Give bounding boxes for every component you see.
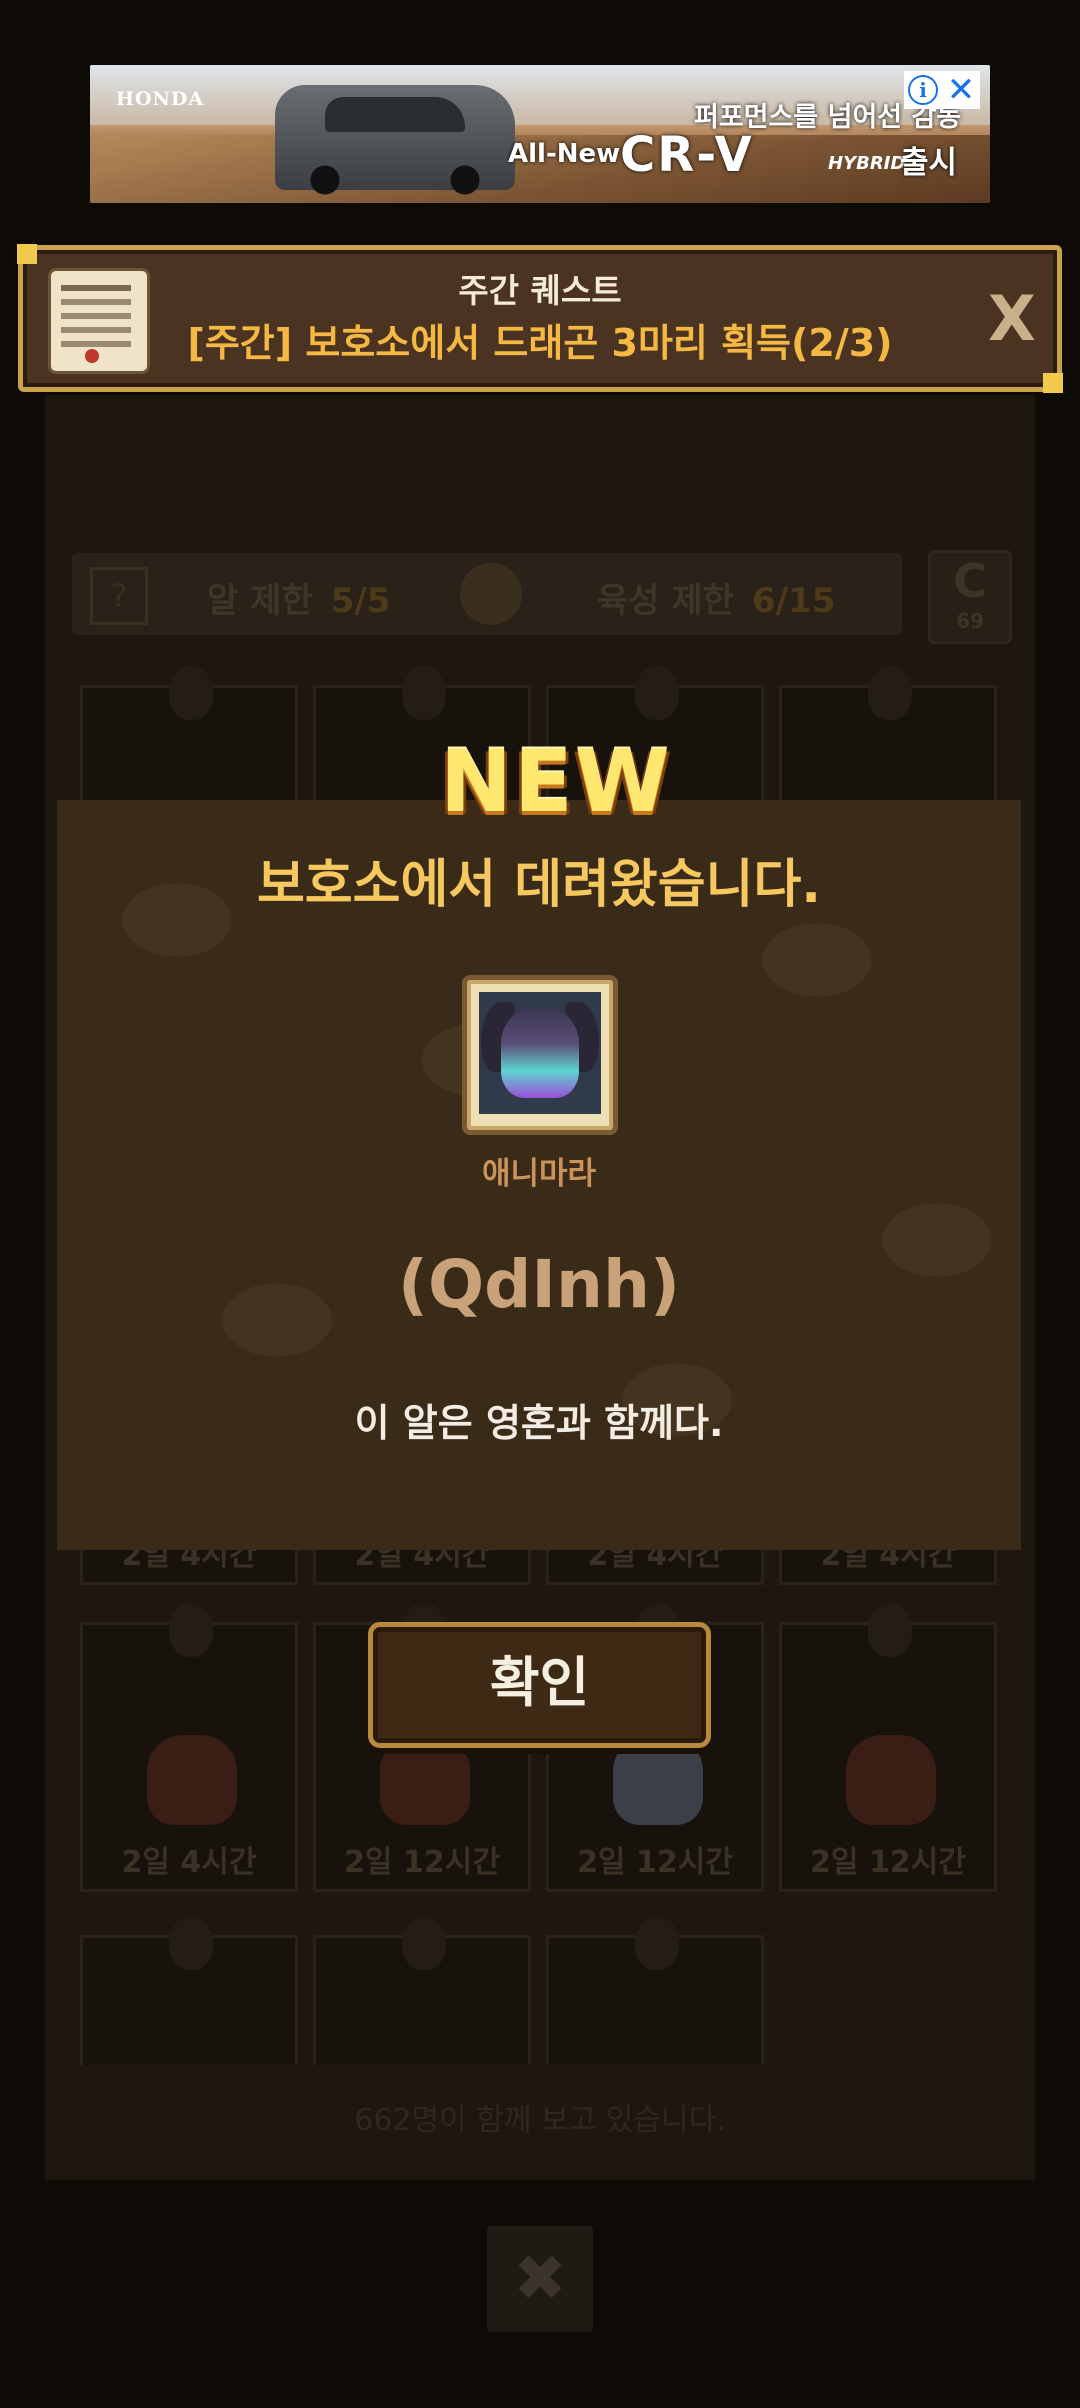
egg-timer: 2일 12시간 <box>577 1845 733 1880</box>
raise-limit-label: 육성 제한 <box>597 581 734 621</box>
egg-slot[interactable] <box>80 1916 298 2065</box>
egg-limit: 알 제한 5/5 <box>207 573 390 622</box>
egg-icon <box>868 666 912 720</box>
egg-description: 이 알은 영혼과 함께다. <box>354 1401 724 1445</box>
dragon-portrait <box>462 975 618 1135</box>
help-button[interactable]: ? <box>90 567 148 625</box>
creature-icon <box>846 1735 936 1825</box>
quest-title: 주간 퀘스트 <box>458 271 622 310</box>
ad-info-button[interactable]: i <box>904 71 942 109</box>
raise-limit-value: 6/15 <box>751 581 836 621</box>
egg-limit-value: 5/5 <box>330 581 391 621</box>
egg-slot[interactable]: 2일 4시간 <box>80 1603 298 1892</box>
cat-icon <box>460 563 522 625</box>
dragon-name: 애니마라 <box>481 1156 597 1192</box>
new-badge: NEW <box>440 732 672 832</box>
background-notice-line <box>45 418 1035 449</box>
stat-bar: ? 알 제한 5/5 육성 제한 6/15 <box>72 553 902 635</box>
raise-limit: 육성 제한 6/15 <box>597 573 835 622</box>
egg-icon <box>169 666 213 720</box>
creature-icon <box>147 1735 237 1825</box>
egg-limit-label: 알 제한 <box>207 581 313 621</box>
quest-description: [주간] 보호소에서 드래곤 3마리 획득(2/3) <box>187 321 893 365</box>
creature-icon <box>613 1735 703 1825</box>
egg-icon <box>402 1916 446 1970</box>
weekly-quest-banner[interactable]: 주간 퀘스트 [주간] 보호소에서 드래곤 3마리 획득(2/3) X <box>17 244 1063 393</box>
ad-close-button[interactable]: ✕ <box>942 71 980 109</box>
modal-title: 보호소에서 데려왔습니다. <box>256 855 822 915</box>
ad-all-new: All-New <box>508 139 621 169</box>
ad-brand: HONDA <box>116 88 205 110</box>
egg-icon <box>402 666 446 720</box>
refresh-button[interactable]: C 69 <box>928 550 1012 644</box>
egg-timer: 2일 4시간 <box>121 1845 257 1880</box>
dragon-icon <box>479 992 601 1114</box>
confirm-button[interactable]: 확인 <box>368 1622 711 1748</box>
egg-slot[interactable] <box>546 1916 764 2065</box>
egg-icon <box>868 1603 912 1657</box>
close-shelter-button[interactable]: ✖ <box>487 2226 593 2332</box>
scroll-icon <box>48 268 150 374</box>
ad-banner[interactable]: HONDA 퍼포먼스를 넘어선 감동 All-New CR-V HYBRID 출… <box>90 65 990 203</box>
egg-icon <box>169 1916 213 1970</box>
ad-model: CR-V <box>620 127 754 183</box>
refresh-icon: C <box>953 554 987 608</box>
egg-code: (QdInh) <box>397 1246 681 1323</box>
refresh-count: 69 <box>956 609 984 633</box>
viewer-count: 662명이 함께 보고 있습니다. <box>354 2103 726 2138</box>
ad-launch: 출시 <box>900 145 958 181</box>
egg-slot[interactable]: 2일 12시간 <box>779 1603 997 1892</box>
egg-slot[interactable] <box>313 1916 531 2065</box>
quest-close-button[interactable]: X <box>988 282 1036 355</box>
ad-car-image <box>275 85 515 195</box>
creature-icon <box>380 1735 470 1825</box>
info-icon: i <box>908 75 938 105</box>
egg-timer: 2일 12시간 <box>344 1845 500 1880</box>
ad-hybrid: HYBRID <box>828 153 906 174</box>
egg-icon <box>635 1916 679 1970</box>
egg-timer: 2일 12시간 <box>810 1845 966 1880</box>
egg-icon <box>169 1603 213 1657</box>
egg-icon <box>635 666 679 720</box>
